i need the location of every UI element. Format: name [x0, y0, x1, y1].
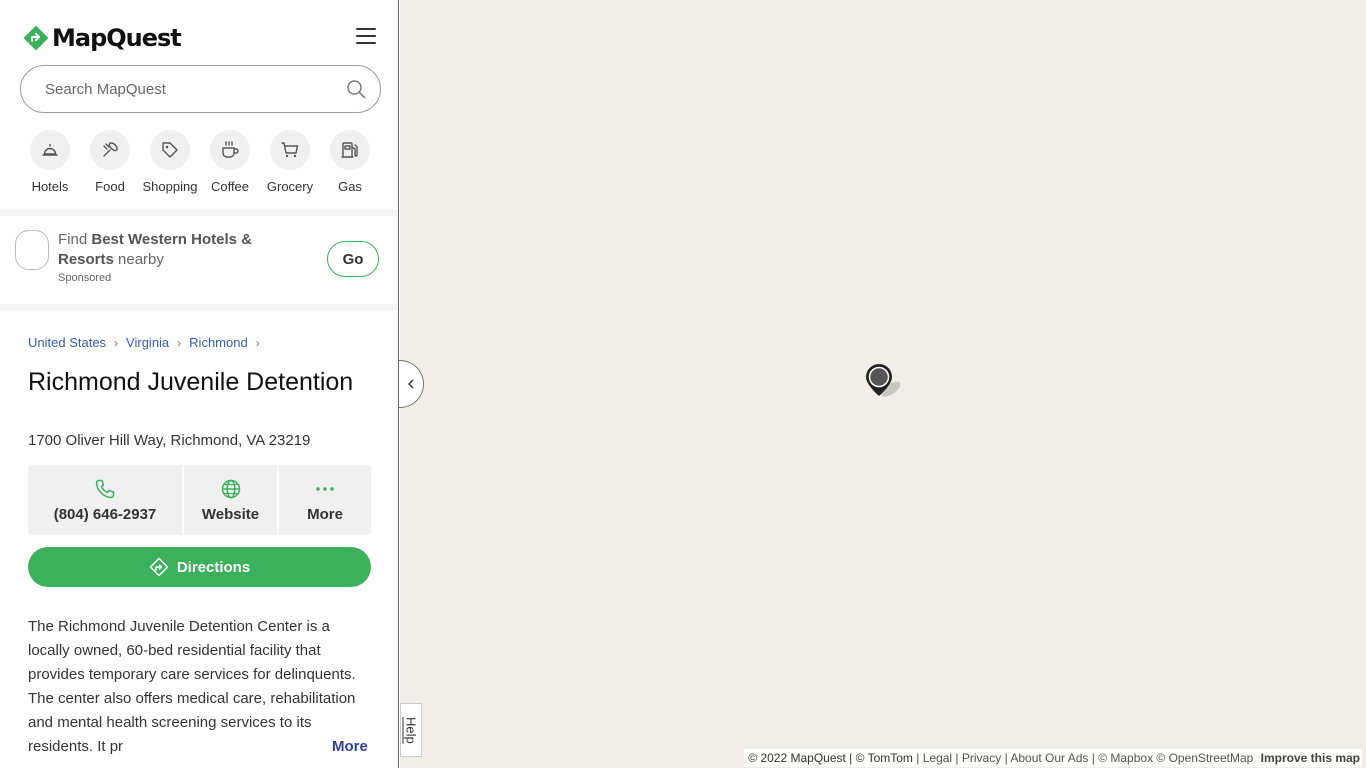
category-label: Gas: [338, 179, 362, 194]
directions-label: Directions: [176, 558, 251, 576]
attribution-providers[interactable]: © Mapbox © OpenStreetMap: [1098, 751, 1253, 765]
more-label: More: [307, 505, 343, 523]
category-food[interactable]: Food: [80, 130, 140, 194]
sidebar: MapQuest Hotels Food Sh: [0, 0, 399, 768]
divider: [0, 304, 398, 310]
category-grocery[interactable]: Grocery: [260, 130, 320, 194]
category-label: Shopping: [142, 179, 198, 194]
category-coffee[interactable]: Coffee: [200, 130, 260, 194]
cart-icon: [281, 142, 299, 158]
category-gas[interactable]: Gas: [320, 130, 380, 194]
gas-pump-icon: [341, 142, 358, 158]
hotel-bell-icon: [42, 143, 58, 156]
sponsor-logo: [15, 230, 49, 270]
breadcrumb: United States › Virginia › Richmond ›: [28, 335, 268, 350]
hamburger-menu-icon[interactable]: [356, 28, 376, 46]
breadcrumb-city[interactable]: Richmond: [189, 335, 248, 350]
sponsored-label: Sponsored: [58, 272, 112, 284]
place-title: Richmond Juvenile Detention: [28, 368, 354, 396]
chevron-left-icon: [408, 379, 414, 389]
category-label: Hotels: [31, 179, 69, 194]
tag-icon: [162, 142, 178, 158]
website-button[interactable]: Website: [184, 465, 279, 535]
search-icon[interactable]: [346, 79, 366, 99]
mapquest-logo-icon: [24, 26, 48, 50]
attribution-copyright: © 2022 MapQuest | © TomTom: [748, 751, 913, 765]
about-ads-link[interactable]: About Our Ads: [1010, 751, 1088, 765]
search-input[interactable]: [45, 80, 346, 98]
privacy-link[interactable]: Privacy: [962, 751, 1001, 765]
coffee-cup-icon: [222, 141, 239, 158]
chevron-right-icon: ›: [114, 335, 119, 350]
help-label: Help: [403, 716, 419, 744]
more-actions-button[interactable]: More: [279, 465, 371, 535]
logo-text: MapQuest: [52, 24, 182, 52]
phone-button[interactable]: (804) 646-2937: [28, 465, 184, 535]
category-label: Food: [95, 179, 125, 194]
sponsor-text: Find Best Western Hotels & Resorts nearb…: [58, 231, 252, 268]
description-fade: [270, 736, 330, 760]
map-attribution: © 2022 MapQuest | © TomTom | Legal | Pri…: [744, 749, 1362, 767]
chevron-right-icon: ›: [177, 335, 182, 350]
directions-button[interactable]: Directions: [28, 547, 371, 587]
header: MapQuest: [0, 0, 398, 64]
place-actions: (804) 646-2937 Website More: [28, 465, 371, 535]
place-address: 1700 Oliver Hill Way, Richmond, VA 23219: [28, 432, 311, 449]
improve-map-link[interactable]: Improve this map: [1261, 751, 1360, 765]
category-label: Grocery: [266, 179, 314, 194]
go-button[interactable]: Go: [327, 241, 379, 277]
mapquest-logo[interactable]: MapQuest: [24, 24, 182, 52]
category-hotels[interactable]: Hotels: [20, 130, 80, 194]
category-shopping[interactable]: Shopping: [140, 130, 200, 194]
description-more-link[interactable]: More: [332, 738, 368, 755]
sponsored-ad[interactable]: Find Best Western Hotels & Resorts nearb…: [0, 216, 398, 304]
category-list: Hotels Food Shopping Coffee Grocery Gas: [20, 130, 380, 194]
map-pin-icon[interactable]: [864, 362, 904, 400]
breadcrumb-state[interactable]: Virginia: [126, 335, 169, 350]
search-box: [20, 65, 381, 113]
help-button[interactable]: Help: [400, 703, 422, 757]
chevron-right-icon: ›: [255, 335, 260, 350]
legal-link[interactable]: Legal: [923, 751, 952, 765]
utensils-icon: [103, 142, 118, 157]
phone-number: (804) 646-2937: [53, 505, 157, 523]
phone-icon: [95, 479, 115, 498]
category-label: Coffee: [210, 179, 250, 194]
more-dots-icon: [316, 486, 334, 491]
globe-icon: [221, 479, 240, 498]
website-label: Website: [201, 505, 260, 523]
breadcrumb-country[interactable]: United States: [28, 335, 106, 350]
directions-icon: [149, 557, 169, 577]
